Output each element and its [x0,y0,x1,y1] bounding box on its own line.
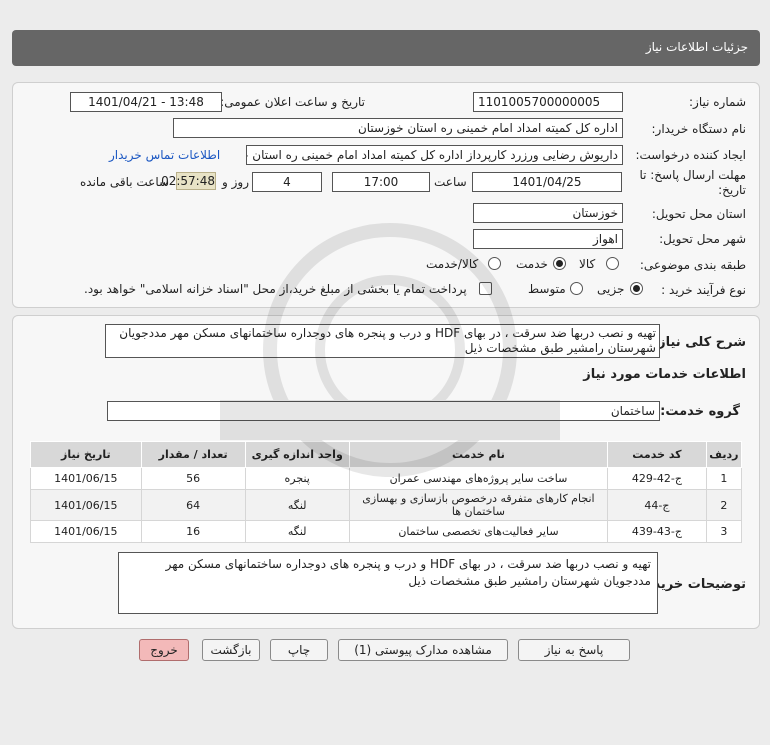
quantity: 16 [140,520,246,543]
print-button[interactable]: چاپ [270,639,328,661]
process-option-minor: جزیی [597,282,625,296]
exit-button[interactable]: خروج [139,639,189,661]
col-row-number: ردیف [705,441,743,468]
table-row: 2 ج-44 انجام کارهای متفرقه درخصوص بازساز… [30,489,743,521]
col-quantity: تعداد / مقدار [140,441,246,468]
process-label: نوع فرآیند خرید : [661,283,746,297]
service-name: انجام کارهای متفرقه درخصوص بازسازی و بهس… [348,489,609,521]
city-label: شهر محل تحویل: [659,232,746,246]
need-date: 1401/06/15 [30,467,142,490]
summary-field: تهیه و نصب دربها ضد سرقت ، در بهای HDF و… [105,324,660,358]
unit: لنگه [244,520,350,543]
days-label: روز و [222,175,249,189]
page-title: جزئیات اطلاعات نیاز [645,40,748,54]
col-unit: واحد اندازه گیری [244,441,350,468]
col-need-date: تاریخ نیاز [30,441,142,468]
reply-to-need-button[interactable]: پاسخ به نیاز [518,639,630,661]
row-number: 1 [705,467,743,490]
deadline-label-date: تاریخ: [718,183,746,197]
days-remaining-field: 4 [252,172,322,192]
buyer-org-label: نام دستگاه خریدار: [651,122,747,136]
unit: پنجره [244,467,350,490]
category-option-goods-service: کالا/خدمت [426,257,479,271]
deadline-date-field: 1401/04/25 [472,172,622,192]
need-info-panel [12,82,760,308]
page-header: جزئیات اطلاعات نیاز [12,30,760,66]
row-number: 2 [705,489,743,521]
table-row: 1 ج-42-429 ساخت سایر پروژه‌های مهندسی عم… [30,467,743,490]
category-radio-service[interactable] [553,257,566,270]
services-heading: اطلاعات خدمات مورد نیاز [583,367,746,382]
need-date: 1401/06/15 [30,489,142,521]
deadline-label: مهلت ارسال پاسخ: تا [639,168,746,182]
category-option-service: خدمت [516,257,548,271]
province-field: خوزستان [473,203,623,223]
service-name: ساخت سایر پروژه‌های مهندسی عمران [348,467,609,490]
back-button[interactable]: بازگشت [202,639,260,661]
buyer-org-field: اداره کل کمیته امداد امام خمینی ره استان… [173,118,623,138]
view-attachments-button[interactable]: مشاهده مدارک پیوستی (1) [338,639,508,661]
city-field: اهواز [473,229,623,249]
process-option-medium: متوسط [528,282,566,296]
announce-field: 1401/04/21 - 13:48 [70,92,222,112]
creator-field: داریوش رضایی ورزرد کارپرداز اداره کل کمی… [246,145,623,165]
category-label: طبقه بندی موضوعی: [639,258,746,272]
service-code: ج-44 [607,489,707,521]
category-radio-goods[interactable] [606,257,619,270]
quantity: 56 [140,467,246,490]
service-group-label: گروه خدمت: [660,404,740,419]
service-code: ج-43-439 [607,520,707,543]
remaining-label: ساعت باقی مانده [80,175,170,189]
summary-label: شرح کلی نیاز: [652,335,746,350]
creator-label: ایجاد کننده درخواست: [635,148,746,162]
buyer-notes-field: تهیه و نصب دربها ضد سرقت ، در بهای HDF و… [118,552,658,614]
category-radio-goods-service[interactable] [488,257,501,270]
announce-label: تاریخ و ساعت اعلان عمومی: [220,95,365,109]
deadline-time-field: 17:00 [332,172,430,192]
process-radio-minor[interactable] [630,282,643,295]
services-table-header: ردیف کد خدمت نام خدمت واحد اندازه گیری ت… [30,441,743,468]
province-label: استان محل تحویل: [651,207,746,221]
quantity: 64 [140,489,246,521]
category-option-goods: کالا [579,257,596,271]
need-number-label: شماره نیاز: [689,95,746,109]
service-name: سایر فعالیت‌های تخصصی ساختمان [348,520,609,543]
service-code: ج-42-429 [607,467,707,490]
remaining-time-field: 02:57:48 [161,172,216,190]
deadline-time-label: ساعت [434,175,467,189]
row-number: 3 [705,520,743,543]
unit: لنگه [244,489,350,521]
col-service-code: کد خدمت [607,441,707,468]
service-group-field: ساختمان [107,401,660,421]
process-radio-medium[interactable] [570,282,583,295]
table-row: 3 ج-43-439 سایر فعالیت‌های تخصصی ساختمان… [30,520,743,543]
services-table: ردیف کد خدمت نام خدمت واحد اندازه گیری ت… [30,441,743,543]
col-service-name: نام خدمت [348,441,609,468]
need-number-field: 1101005700000005 [473,92,623,112]
need-date: 1401/06/15 [30,520,142,543]
treasury-payment-note: پرداخت تمام یا بخشی از مبلغ خرید،از محل … [84,282,467,296]
treasury-payment-checkbox[interactable] [479,282,492,295]
buyer-contact-link[interactable]: اطلاعات تماس خریدار [109,148,220,162]
